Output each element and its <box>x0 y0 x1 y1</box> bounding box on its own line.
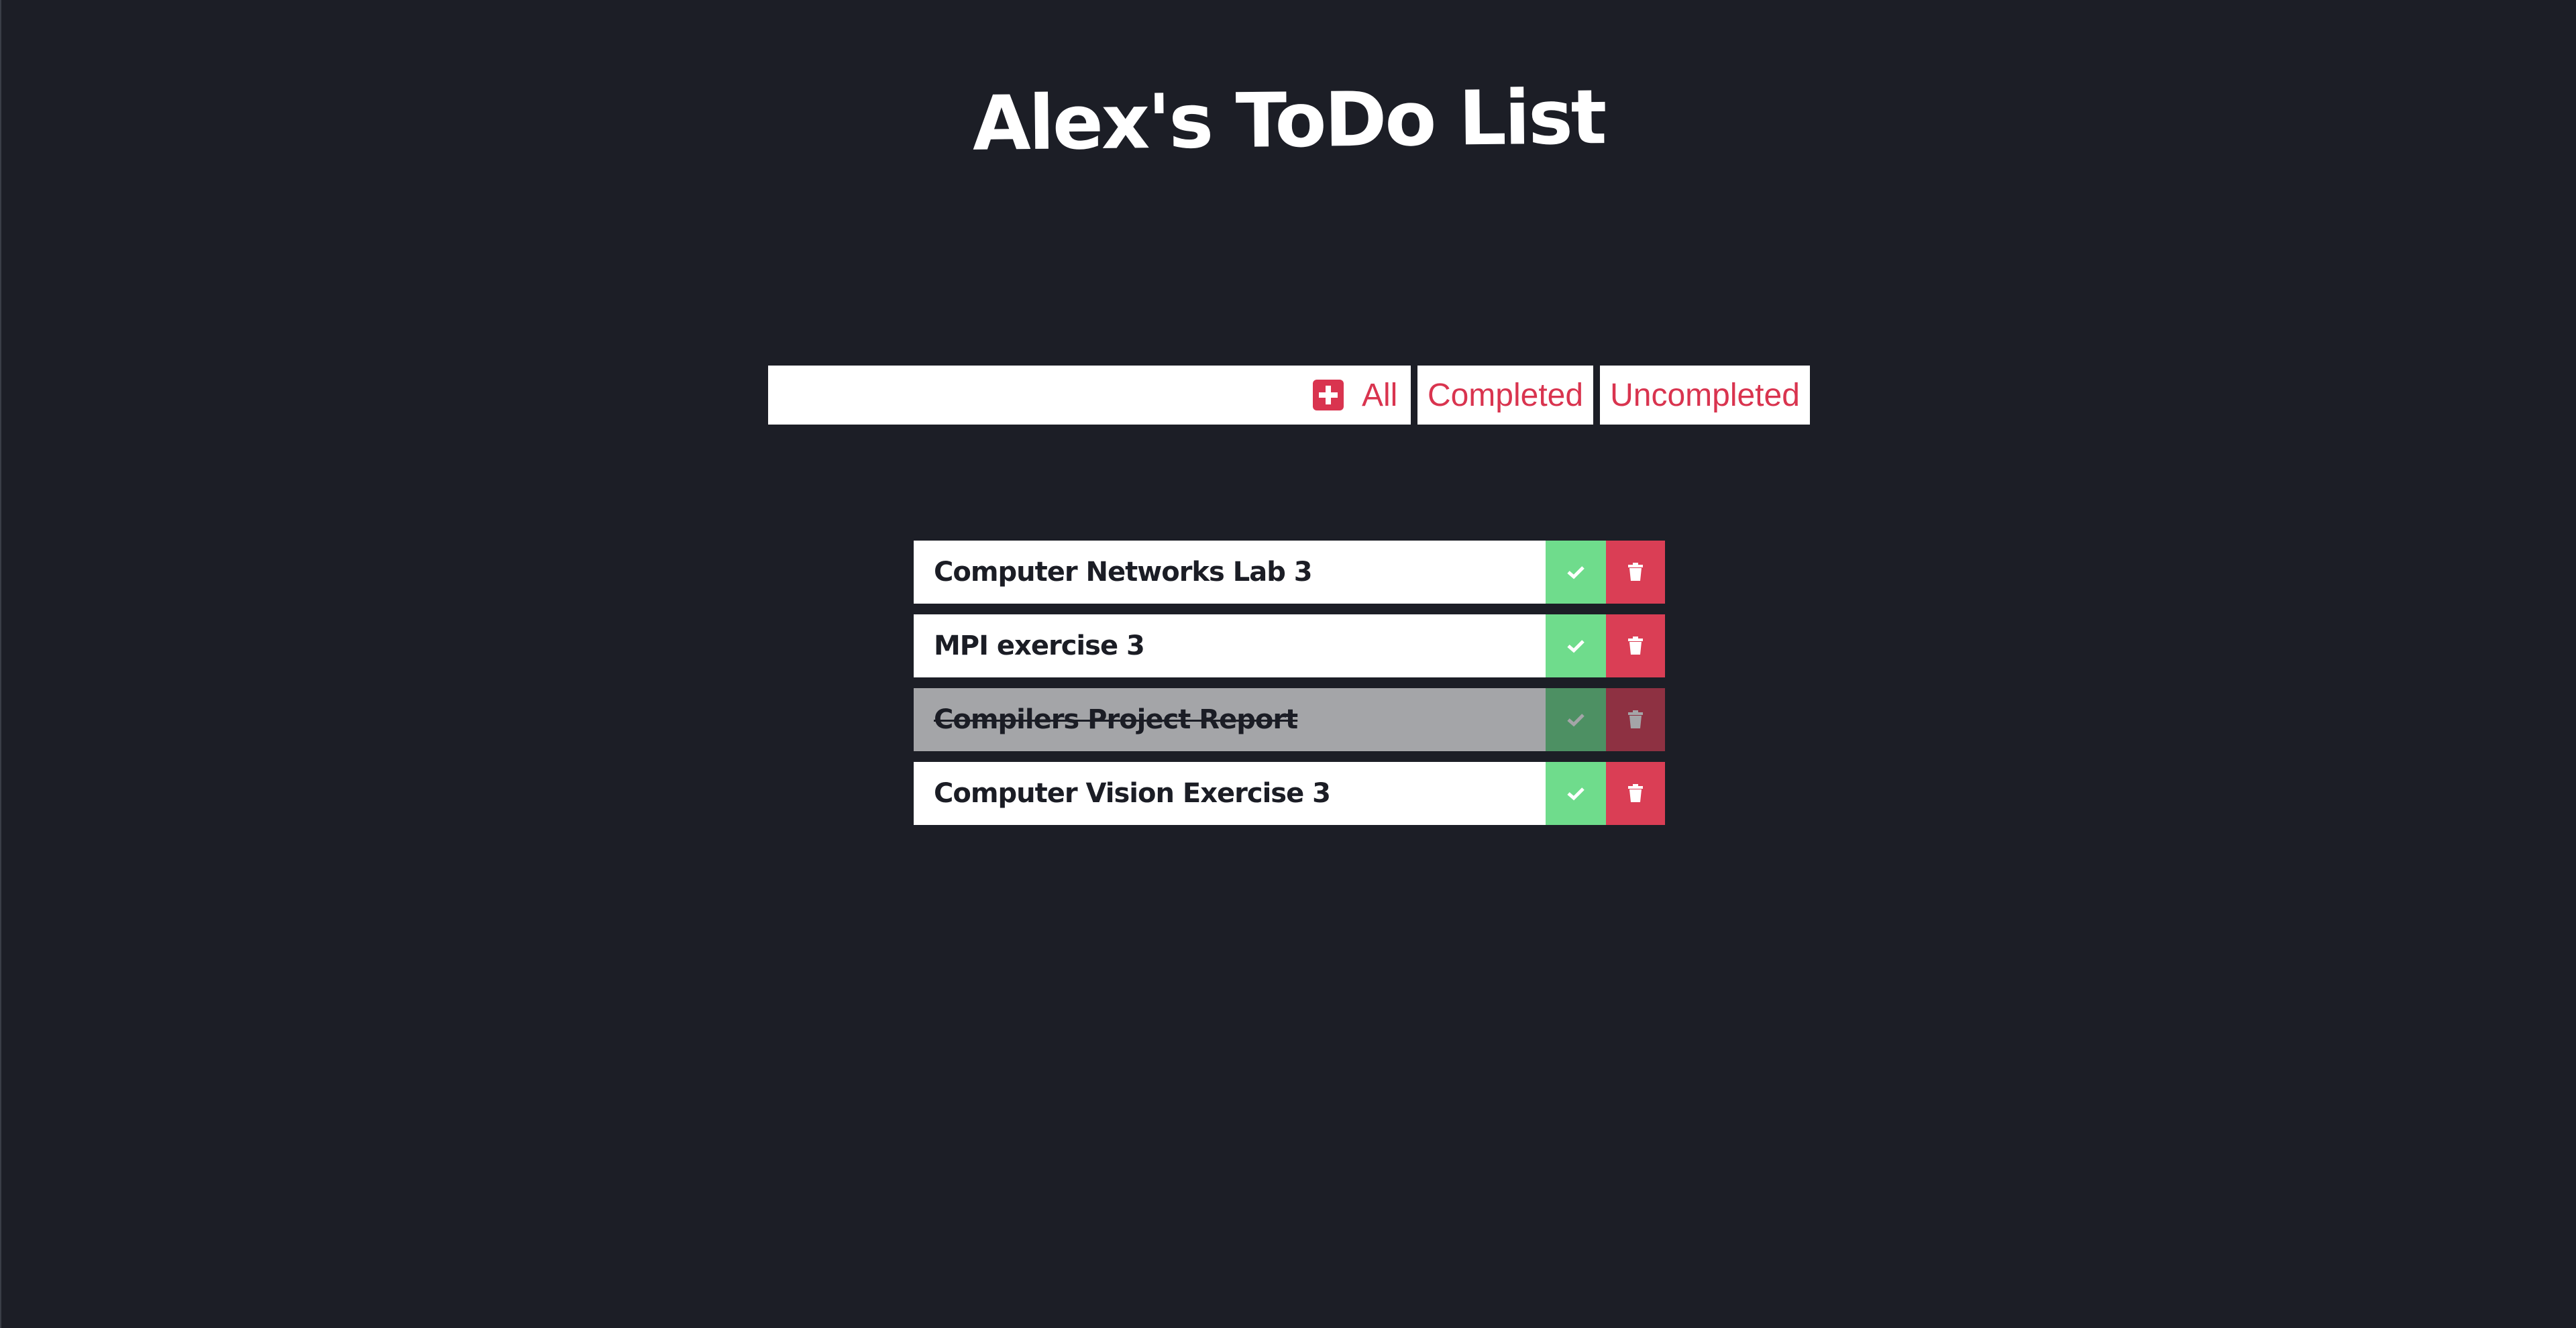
todo-text: Compilers Project Report <box>934 704 1298 735</box>
todo-input[interactable] <box>768 366 1332 425</box>
delete-button[interactable] <box>1606 688 1665 751</box>
check-icon <box>1567 640 1585 653</box>
trash-icon <box>1628 784 1643 802</box>
check-icon <box>1567 566 1585 579</box>
trash-icon <box>1628 637 1643 655</box>
filter-completed[interactable]: Completed <box>1417 366 1593 425</box>
toolbar: All Completed Uncompleted <box>768 366 1810 425</box>
todo-list: Computer Networks Lab 3 MPI exercise 3 C… <box>914 541 1665 836</box>
filter-uncompleted[interactable]: Uncompleted <box>1600 366 1810 425</box>
trash-icon <box>1628 563 1643 581</box>
complete-button[interactable] <box>1546 541 1606 604</box>
complete-button[interactable] <box>1546 614 1606 677</box>
filter-all[interactable]: All <box>1362 366 1411 425</box>
add-todo-button[interactable] <box>1313 380 1344 410</box>
trash-icon <box>1628 710 1643 728</box>
todo-text: MPI exercise 3 <box>934 630 1145 661</box>
todo-form: All <box>768 366 1411 425</box>
page-title: Alex's ToDo List <box>972 74 1605 168</box>
complete-button[interactable] <box>1546 688 1606 751</box>
check-icon <box>1567 787 1585 801</box>
todo-item: Computer Networks Lab 3 <box>914 541 1665 604</box>
delete-button[interactable] <box>1606 541 1665 604</box>
todo-text: Computer Networks Lab 3 <box>934 557 1313 588</box>
todo-item: MPI exercise 3 <box>914 614 1665 677</box>
todo-item: Computer Vision Exercise 3 <box>914 762 1665 825</box>
plus-square-icon <box>1319 386 1338 404</box>
complete-button[interactable] <box>1546 762 1606 825</box>
delete-button[interactable] <box>1606 762 1665 825</box>
todo-item-completed: Compilers Project Report <box>914 688 1665 751</box>
todo-text: Computer Vision Exercise 3 <box>934 778 1331 809</box>
check-icon <box>1567 714 1585 727</box>
delete-button[interactable] <box>1606 614 1665 677</box>
